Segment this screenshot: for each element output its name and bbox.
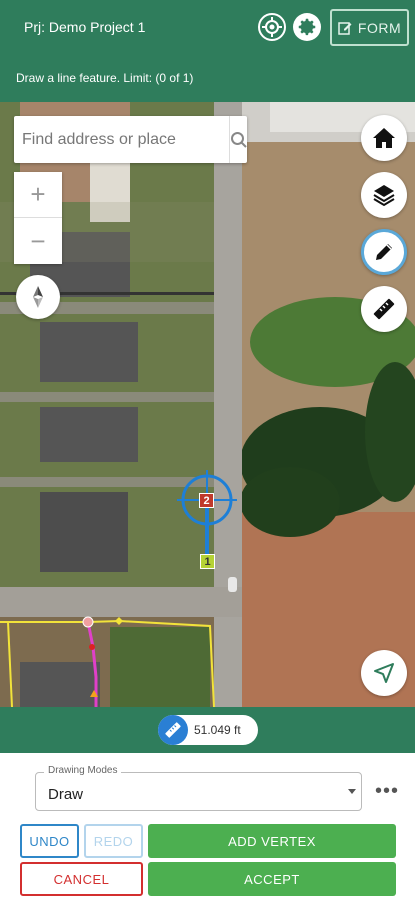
navigate-button[interactable] — [361, 650, 407, 696]
home-icon — [373, 128, 395, 148]
drawing-mode-legend: Drawing Modes — [44, 765, 122, 776]
measurement-value: 51.049 ft — [194, 723, 241, 737]
drawing-mode-value: Draw — [48, 786, 84, 803]
compass-button[interactable] — [16, 275, 60, 319]
redo-button[interactable]: REDO — [84, 824, 143, 858]
measure-button[interactable] — [361, 286, 407, 332]
gear-icon[interactable] — [293, 13, 321, 41]
top-bar: Prj: Demo Project 1 FORM Draw a line fea… — [0, 0, 415, 102]
vertex-marker-2[interactable]: 2 — [199, 493, 214, 508]
vertex-marker-1[interactable]: 1 — [200, 554, 215, 569]
compass-icon — [33, 286, 43, 308]
layers-button[interactable] — [361, 172, 407, 218]
zoom-out-button[interactable]: − — [14, 218, 62, 264]
ruler-icon — [158, 715, 188, 745]
add-vertex-button[interactable]: ADD VERTEX — [148, 824, 396, 858]
undo-button[interactable]: UNDO — [20, 824, 79, 858]
ruler-icon — [373, 298, 395, 320]
draw-instruction: Draw a line feature. Limit: (0 of 1) — [16, 71, 194, 85]
measurement-chip: 51.049 ft — [158, 715, 258, 745]
form-label: FORM — [357, 19, 402, 36]
search-icon — [231, 131, 247, 148]
navigation-arrow-icon — [374, 663, 394, 683]
zoom-control: + − — [14, 172, 62, 264]
more-options-icon[interactable]: ••• — [375, 781, 399, 801]
edit-draw-button[interactable] — [361, 229, 407, 275]
pencil-icon — [376, 244, 392, 260]
home-button[interactable] — [361, 115, 407, 161]
project-title: Prj: Demo Project 1 — [24, 19, 146, 35]
accept-button[interactable]: ACCEPT — [148, 862, 396, 896]
gps-target-icon[interactable] — [258, 13, 286, 41]
cancel-button[interactable]: CANCEL — [20, 862, 143, 896]
layers-icon — [373, 185, 395, 207]
chevron-down-icon — [348, 789, 356, 794]
measurement-bar: 51.049 ft — [0, 707, 415, 753]
search-box — [14, 116, 247, 163]
search-button[interactable] — [229, 116, 248, 163]
map-view[interactable]: 2 1 + − — [0, 102, 415, 707]
vertex-label: 2 — [203, 494, 210, 507]
search-input[interactable] — [14, 116, 229, 163]
drawing-panel: Drawing Modes Draw ••• UNDO REDO ADD VER… — [0, 753, 415, 900]
drawing-mode-select[interactable]: Drawing Modes Draw — [35, 765, 362, 811]
satellite-imagery — [0, 102, 415, 707]
form-button[interactable]: FORM — [330, 9, 409, 46]
edit-icon — [338, 21, 352, 35]
zoom-in-button[interactable]: + — [14, 172, 62, 218]
vertex-label: 1 — [204, 555, 211, 568]
